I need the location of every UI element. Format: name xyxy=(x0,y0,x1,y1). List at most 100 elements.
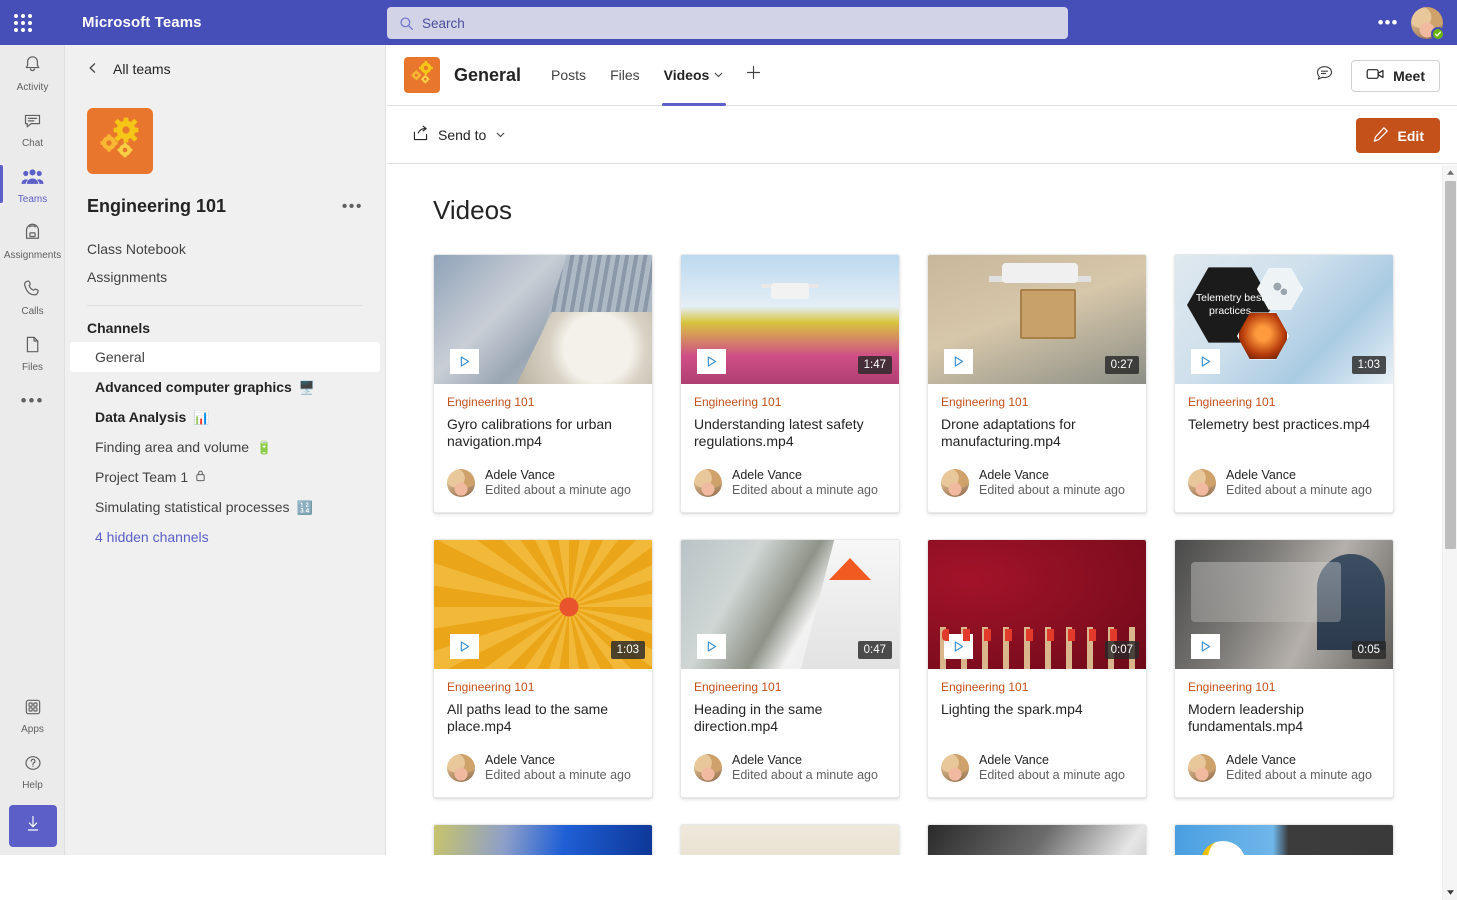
sidebar-item-apps[interactable]: Apps xyxy=(0,688,65,744)
search-icon xyxy=(399,16,414,31)
video-thumbnail[interactable] xyxy=(681,825,899,855)
video-card[interactable]: 1:47 Engineering 101 Understanding lates… xyxy=(680,254,900,513)
backpack-icon xyxy=(22,222,43,248)
video-card[interactable]: 0:05 Engineering 101 Modern leadership f… xyxy=(1174,539,1394,798)
video-thumbnail[interactable]: Telemetry best practices 1:03 xyxy=(1175,255,1393,384)
play-button[interactable] xyxy=(944,634,973,659)
scroll-up-arrow-icon[interactable] xyxy=(1443,165,1457,180)
tab-posts[interactable]: Posts xyxy=(539,45,598,106)
video-card[interactable]: 0:47 Engineering 101 Heading in the same… xyxy=(680,539,900,798)
video-author-meta: Adele Vance Edited about a minute ago xyxy=(979,468,1125,498)
edit-button-label: Edit xyxy=(1398,128,1424,144)
video-thumbnail[interactable]: 0:05 xyxy=(1175,540,1393,669)
sidebar-item-calls-label: Calls xyxy=(21,306,43,317)
meet-button[interactable]: Meet xyxy=(1351,60,1440,92)
bar-chart-icon: 📊 xyxy=(193,411,209,424)
hidden-channels-link[interactable]: 4 hidden channels xyxy=(70,522,380,552)
video-card[interactable] xyxy=(433,824,653,855)
video-author-row: Adele Vance Edited about a minute ago xyxy=(1188,468,1380,498)
video-card[interactable] xyxy=(927,824,1147,855)
video-thumbnail[interactable]: 0:27 xyxy=(928,255,1146,384)
avatar[interactable] xyxy=(1411,7,1443,39)
sidebar-item-channel-simulating-statistical-processes[interactable]: Simulating statistical processes 🔢 xyxy=(70,492,380,522)
app-title: Microsoft Teams xyxy=(82,14,202,31)
video-thumbnail[interactable] xyxy=(1175,825,1393,855)
sidebar-item-chat[interactable]: Chat xyxy=(0,101,65,157)
sidebar-more-apps-button[interactable]: ••• xyxy=(0,381,65,421)
video-card[interactable]: 1:23 Engineering 101 Gyro calibrations f… xyxy=(433,254,653,513)
pencil-icon xyxy=(1372,126,1389,146)
video-thumbnail[interactable] xyxy=(434,825,652,855)
sidebar-item-files[interactable]: Files xyxy=(0,325,65,381)
sidebar-item-calls[interactable]: Calls xyxy=(0,269,65,325)
sidebar-link-class-notebook[interactable]: Class Notebook xyxy=(65,235,385,263)
sidebar-item-channel-project-team-1[interactable]: Project Team 1 xyxy=(70,462,380,492)
play-button[interactable] xyxy=(1191,634,1220,659)
sidebar-item-assignments[interactable]: Assignments xyxy=(0,213,65,269)
download-app-button[interactable] xyxy=(9,805,57,847)
edit-button[interactable]: Edit xyxy=(1356,118,1440,153)
top-bar: Microsoft Teams Search ••• xyxy=(0,0,1457,45)
channel-title: General xyxy=(454,65,521,86)
video-card[interactable]: 0:07 Engineering 101 Lighting the spark.… xyxy=(927,539,1147,798)
tab-files[interactable]: Files xyxy=(598,45,652,106)
conversation-button[interactable] xyxy=(1309,61,1339,91)
sidebar-item-teams[interactable]: Teams xyxy=(0,157,65,213)
play-button[interactable] xyxy=(944,349,973,374)
video-title: Telemetry best practices.mp4 xyxy=(1188,416,1380,450)
sidebar-item-channel-general[interactable]: General xyxy=(70,342,380,372)
scrollbar-thumb[interactable] xyxy=(1445,181,1456,549)
avatar xyxy=(447,754,475,782)
chevron-down-icon[interactable] xyxy=(713,67,724,83)
video-edited-time: Edited about a minute ago xyxy=(732,483,878,498)
video-thumbnail[interactable]: 0:07 xyxy=(928,540,1146,669)
play-button[interactable] xyxy=(697,634,726,659)
video-thumbnail[interactable]: 1:23 xyxy=(434,255,652,384)
video-channel-label: Engineering 101 xyxy=(694,395,886,409)
video-card[interactable] xyxy=(680,824,900,855)
gears-icon xyxy=(96,116,144,167)
sidebar-item-assignments-label: Assignments xyxy=(4,250,61,261)
video-card[interactable] xyxy=(1174,824,1394,855)
settings-more-button[interactable]: ••• xyxy=(1373,8,1403,38)
video-card[interactable]: Telemetry best practices 1:03 Engineerin… xyxy=(1174,254,1394,513)
video-thumbnail[interactable] xyxy=(928,825,1146,855)
sidebar-link-assignments[interactable]: Assignments xyxy=(65,263,385,291)
play-button[interactable] xyxy=(697,349,726,374)
sidebar-item-channel-data-analysis[interactable]: Data Analysis 📊 xyxy=(70,402,380,432)
video-thumbnail[interactable]: 1:47 xyxy=(681,255,899,384)
app-launcher-button[interactable] xyxy=(0,0,46,45)
video-author-meta: Adele Vance Edited about a minute ago xyxy=(1226,468,1372,498)
video-author-meta: Adele Vance Edited about a minute ago xyxy=(732,753,878,783)
video-card[interactable]: 0:27 Engineering 101 Drone adaptations f… xyxy=(927,254,1147,513)
video-grid: 1:23 Engineering 101 Gyro calibrations f… xyxy=(387,226,1442,855)
video-card[interactable]: 1:03 Engineering 101 All paths lead to t… xyxy=(433,539,653,798)
sidebar-item-help[interactable]: Help xyxy=(0,744,65,800)
tab-videos[interactable]: Videos xyxy=(652,45,737,106)
search-placeholder: Search xyxy=(422,16,465,31)
video-title: All paths lead to the same place.mp4 xyxy=(447,701,639,735)
video-channel-label: Engineering 101 xyxy=(447,680,639,694)
all-teams-back-button[interactable]: All teams xyxy=(65,45,385,93)
search-input[interactable]: Search xyxy=(387,7,1068,39)
sidebar-item-channel-finding-area-and-volume[interactable]: Finding area and volume 🔋 xyxy=(70,432,380,462)
video-thumbnail[interactable]: 1:03 xyxy=(434,540,652,669)
video-thumbnail[interactable]: 0:47 xyxy=(681,540,899,669)
add-tab-button[interactable] xyxy=(736,45,770,106)
sidebar-item-activity[interactable]: Activity xyxy=(0,45,65,101)
play-button[interactable] xyxy=(450,634,479,659)
bell-icon xyxy=(22,54,43,80)
meet-button-label: Meet xyxy=(1393,68,1425,84)
send-to-button[interactable]: Send to xyxy=(404,119,514,151)
sidebar-item-channel-advanced-computer-graphics[interactable]: Advanced computer graphics 🖥️ xyxy=(70,372,380,402)
scroll-down-arrow-icon[interactable] xyxy=(1443,885,1457,900)
avatar xyxy=(1188,754,1216,782)
chat-icon xyxy=(22,110,43,136)
play-button[interactable] xyxy=(1191,349,1220,374)
vertical-scrollbar[interactable] xyxy=(1442,165,1457,900)
play-button[interactable] xyxy=(450,349,479,374)
video-card-body: Engineering 101 Telemetry best practices… xyxy=(1175,384,1393,512)
video-author-name: Adele Vance xyxy=(1226,468,1372,483)
monitor-icon: 🖥️ xyxy=(299,381,315,394)
apps-grid-icon xyxy=(23,697,43,722)
